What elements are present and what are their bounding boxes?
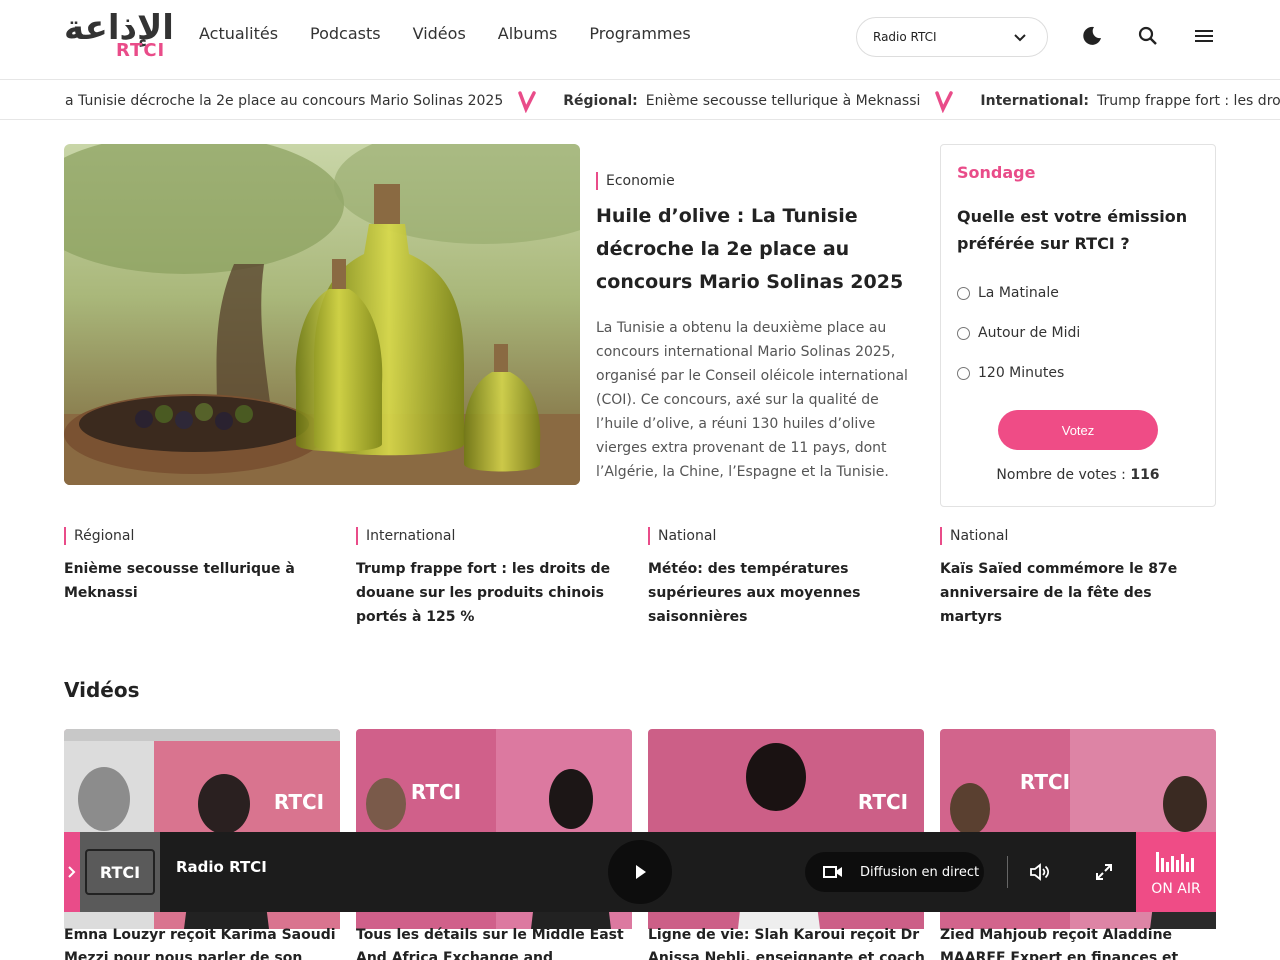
nav-videos[interactable]: Vidéos [413,24,466,43]
radio-player-bar: RTCI Radio RTCI Diffusion en direct ON A… [64,832,1216,912]
radio-button[interactable] [957,366,970,380]
featured-image[interactable] [64,144,580,485]
nav-actualites[interactable]: Actualités [199,24,278,43]
nav-programmes[interactable]: Programmes [589,24,690,43]
station-logo: RTCI [80,832,160,912]
on-air-indicator: ON AIR [1136,832,1216,912]
news-category: National [940,527,1216,545]
station-name: Radio RTCI [176,858,267,876]
olive-oil-illustration [64,144,580,485]
svg-text:RTCI: RTCI [858,790,908,814]
news-card[interactable]: National Météo: des températures supérie… [648,527,924,629]
featured-category[interactable]: Economie [596,172,675,190]
ticker-item[interactable]: Régional: Enième secousse tellurique à Me… [563,93,920,109]
station-thumbnail: RTCI [80,832,160,912]
video-title[interactable]: Tous les détails sur le Middle East And … [356,924,636,960]
news-title[interactable]: Trump frappe fort : les droits de douane… [356,557,632,629]
videos-heading: Vidéos [64,678,140,702]
vote-button[interactable]: Votez [998,410,1158,450]
rtci-logo[interactable]: الإذاعة RTCI [64,8,174,64]
news-title[interactable]: Kaïs Saïed commémore le 87e anniversaire… [940,557,1216,629]
news-category: International [356,527,632,545]
divider [1007,856,1008,888]
nav-podcasts[interactable]: Podcasts [310,24,381,43]
news-card[interactable]: International Trump frappe fort : les dr… [356,527,632,629]
poll-option[interactable]: Autour de Midi [957,325,1080,341]
news-title[interactable]: Météo: des températures supérieures aux … [648,557,924,629]
featured-description: La Tunisie a obtenu la deuxième place au… [596,320,908,480]
video-title[interactable]: Emna Louzyr reçoit Karima Saoudi Mezzi p… [64,924,344,960]
svg-text:RTCI: RTCI [100,863,140,882]
news-category: National [648,527,924,545]
video-title[interactable]: Ligne de vie: Slah Karoui reçoit Dr Anis… [648,924,928,960]
ticker-item[interactable]: International: Trump frappe fort : les dr… [980,93,1280,109]
svg-text:RTCI: RTCI [1020,770,1070,794]
news-ticker: a Tunisie décroche la 2e place au concou… [0,81,1280,120]
on-air-label: ON AIR [1151,881,1201,897]
news-category: Régional [64,527,340,545]
volume-icon[interactable] [1029,862,1051,882]
search-icon[interactable] [1136,24,1160,48]
poll-widget: Sondage Quelle est votre émission préfér… [940,144,1216,507]
live-stream-label: Diffusion en direct [860,864,980,880]
chevron-right-icon [68,866,76,878]
play-icon [636,865,646,879]
vote-count: Nombre de votes : 116 [996,467,1160,483]
radio-station-value: Radio RTCI [873,30,937,44]
svg-text:RTCI: RTCI [274,790,324,814]
moon-icon[interactable] [1080,24,1104,48]
featured-title[interactable]: Huile d’olive : La Tunisie décroche la 2… [596,200,926,299]
main-nav: Actualités Podcasts Vidéos Albums Progra… [199,24,723,43]
menu-icon[interactable] [1192,24,1216,48]
expand-icon[interactable] [1094,862,1114,882]
equalizer-icon [1156,852,1194,872]
news-title[interactable]: Enième secousse tellurique à Meknassi [64,557,340,605]
ticker-separator-icon [518,90,536,113]
collapse-player-button[interactable] [64,832,80,912]
poll-heading: Sondage [957,163,1036,182]
radio-button[interactable] [957,326,970,340]
site-header: الإذاعة RTCI Actualités Podcasts Vidéos … [0,0,1280,80]
live-stream-button[interactable]: Diffusion en direct [805,852,984,892]
radio-button[interactable] [957,286,970,300]
ticker-item[interactable]: a Tunisie décroche la 2e place au concou… [65,93,503,109]
poll-option[interactable]: La Matinale [957,285,1059,301]
nav-albums[interactable]: Albums [498,24,558,43]
svg-text:RTCI: RTCI [411,780,461,804]
news-card[interactable]: National Kaïs Saïed commémore le 87e ann… [940,527,1216,629]
video-title[interactable]: Zied Mahjoub reçoit Aladdine MAAREF Expe… [940,924,1220,960]
poll-question: Quelle est votre émission préférée sur R… [957,207,1188,253]
chevron-down-icon [1014,34,1026,42]
poll-option[interactable]: 120 Minutes [957,365,1064,381]
video-camera-icon [823,866,842,878]
radio-station-select[interactable]: Radio RTCI [856,17,1048,57]
news-card[interactable]: Régional Enième secousse tellurique à Me… [64,527,340,605]
play-button[interactable] [608,840,672,904]
ticker-separator-icon [935,90,954,113]
logo-latin: RTCI [116,40,166,61]
